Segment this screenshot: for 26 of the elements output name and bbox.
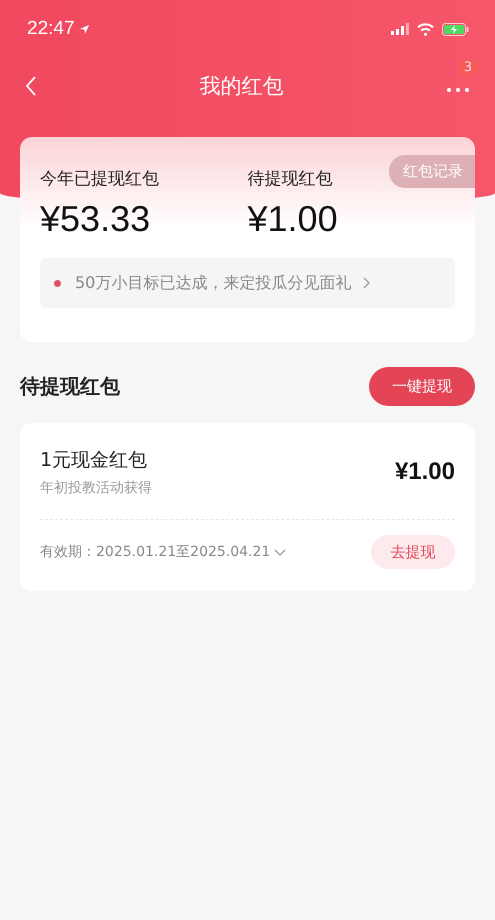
chevron-right-icon xyxy=(363,277,370,289)
dot-icon xyxy=(54,280,61,286)
signal-icon xyxy=(391,23,409,35)
chevron-down-icon[interactable] xyxy=(274,548,286,556)
packet-source: 年初投教活动获得 xyxy=(40,479,152,497)
packet-name: 1元现金红包 xyxy=(40,448,148,473)
stat-amount: ¥53.33 xyxy=(40,198,152,240)
packet-amount: ¥1.00 xyxy=(394,458,455,486)
notice-text: 50万小目标已达成，来定投瓜分见面礼 xyxy=(75,272,352,294)
status-time: 22:47 xyxy=(27,18,75,40)
section-title: 待提现红包 xyxy=(20,372,120,400)
record-button[interactable]: 红包记录 xyxy=(389,155,475,188)
withdraw-all-button[interactable]: 一键提现 xyxy=(369,366,475,406)
location-arrow-icon xyxy=(78,24,90,34)
notice-bar[interactable]: 50万小目标已达成，来定投瓜分见面礼 xyxy=(40,258,455,308)
withdraw-button[interactable]: 去提现 xyxy=(371,535,455,569)
page-title: 我的红包 xyxy=(200,73,284,100)
battery-charging-icon xyxy=(442,22,469,36)
stat-label: 待提现红包 xyxy=(248,168,332,190)
wifi-icon xyxy=(417,22,434,36)
notification-badge: 3 xyxy=(458,59,478,77)
stat-label: 今年已提现红包 xyxy=(40,168,159,190)
back-icon[interactable] xyxy=(25,75,37,97)
validity-period: 有效期：2025.01.21至2025.04.21 xyxy=(40,543,270,561)
stat-amount: ¥1.00 xyxy=(248,198,339,240)
more-icon[interactable] xyxy=(446,87,470,93)
